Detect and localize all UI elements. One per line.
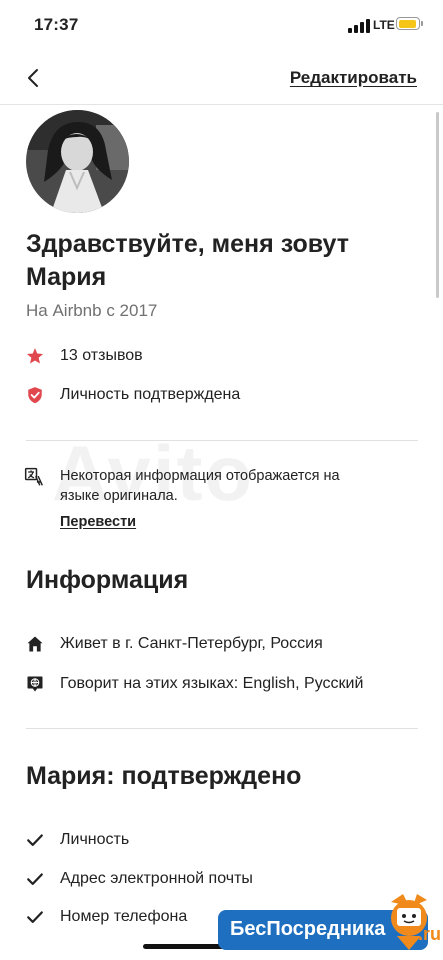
- ad-badge-domain: .ru: [418, 924, 442, 944]
- battery-icon: [396, 17, 420, 30]
- home-icon: [27, 636, 43, 652]
- status-time: 17:37: [34, 15, 79, 34]
- reviews-count: 13 отзывов: [60, 347, 143, 364]
- battery-cap: [421, 21, 423, 26]
- star-icon: [26, 348, 44, 364]
- ad-badge-text: БесПосредника: [230, 918, 386, 940]
- reviews-row[interactable]: 13 отзывов: [26, 345, 426, 369]
- ad-badge: БесПосредника .ru: [218, 894, 443, 960]
- profile-greeting: Здравствуйте, меня зовут Мария: [26, 230, 349, 291]
- back-button[interactable]: [22, 66, 46, 90]
- member-since: На Airbnb с 2017: [26, 301, 158, 320]
- chevron-left-icon: [28, 69, 38, 87]
- avatar: [26, 110, 129, 213]
- checkmark-icon: [27, 911, 43, 923]
- identity-verified-label: Личность подтверждена: [60, 386, 241, 403]
- confirmed-item-label: Номер телефона: [60, 908, 188, 925]
- lives-in-row: Живет в г. Санкт-Петербург, Россия: [26, 633, 426, 657]
- translate-link[interactable]: Перевести: [60, 514, 136, 530]
- lives-in-text: Живет в г. Санкт-Петербург, Россия: [60, 635, 323, 652]
- status-bar: 17:37 LTE: [0, 0, 443, 52]
- languages-row: Говорит на этих языках: English, Русский: [26, 673, 426, 697]
- confirmed-item: Личность: [26, 829, 426, 853]
- scroll-indicator[interactable]: [436, 112, 439, 298]
- nav-bar: Редактировать: [0, 52, 443, 105]
- checkmark-icon: [27, 834, 43, 846]
- divider: [26, 728, 418, 729]
- confirmed-section-title: Мария: подтверждено: [26, 762, 302, 790]
- confirmed-item-label: Адрес электронной почты: [60, 870, 253, 887]
- info-section-title: Информация: [26, 566, 189, 594]
- checkmark-icon: [27, 873, 43, 885]
- translate-icon: [24, 467, 43, 486]
- network-type: LTE: [373, 18, 395, 32]
- translation-note: Некоторая информация отображается на язы…: [60, 468, 340, 504]
- confirmed-item-label: Личность: [60, 831, 130, 848]
- shield-check-icon: [28, 387, 42, 404]
- confirmed-item: Адрес электронной почты: [26, 868, 426, 892]
- language-speech-icon: [27, 676, 43, 692]
- edit-profile-link[interactable]: Редактировать: [290, 68, 417, 88]
- identity-row: Личность подтверждена: [26, 384, 426, 408]
- signal-icon: [348, 19, 370, 33]
- languages-text: Говорит на этих языках: English, Русский: [60, 675, 364, 692]
